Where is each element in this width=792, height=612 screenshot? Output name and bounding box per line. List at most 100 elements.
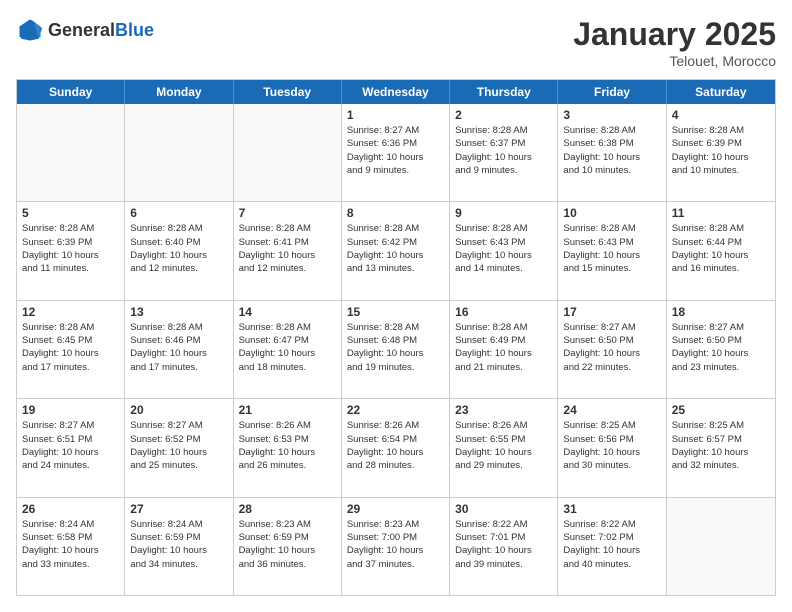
daylight-hours: Daylight: 10 hours (130, 446, 227, 459)
daylight-hours: Daylight: 10 hours (130, 544, 227, 557)
sunset: Sunset: 6:50 PM (563, 334, 660, 347)
calendar-cell: 24Sunrise: 8:25 AMSunset: 6:56 PMDayligh… (558, 399, 666, 496)
sunset: Sunset: 6:40 PM (130, 236, 227, 249)
daylight-minutes: and 12 minutes. (130, 262, 227, 275)
calendar-cell: 19Sunrise: 8:27 AMSunset: 6:51 PMDayligh… (17, 399, 125, 496)
page: GeneralBlue January 2025 Telouet, Morocc… (0, 0, 792, 612)
daylight-hours: Daylight: 10 hours (239, 446, 336, 459)
daylight-hours: Daylight: 10 hours (455, 347, 552, 360)
calendar-cell: 9Sunrise: 8:28 AMSunset: 6:43 PMDaylight… (450, 202, 558, 299)
day-number: 19 (22, 403, 119, 417)
daylight-hours: Daylight: 10 hours (347, 249, 444, 262)
daylight-minutes: and 25 minutes. (130, 459, 227, 472)
day-number: 3 (563, 108, 660, 122)
daylight-minutes: and 30 minutes. (563, 459, 660, 472)
daylight-hours: Daylight: 10 hours (347, 151, 444, 164)
sunrise: Sunrise: 8:28 AM (672, 124, 770, 137)
daylight-hours: Daylight: 10 hours (347, 347, 444, 360)
sunset: Sunset: 7:02 PM (563, 531, 660, 544)
daylight-minutes: and 37 minutes. (347, 558, 444, 571)
daylight-hours: Daylight: 10 hours (455, 151, 552, 164)
sunset: Sunset: 6:39 PM (672, 137, 770, 150)
daylight-hours: Daylight: 10 hours (672, 446, 770, 459)
calendar-cell: 16Sunrise: 8:28 AMSunset: 6:49 PMDayligh… (450, 301, 558, 398)
sunset: Sunset: 7:00 PM (347, 531, 444, 544)
sunset: Sunset: 6:37 PM (455, 137, 552, 150)
sunrise: Sunrise: 8:28 AM (563, 222, 660, 235)
calendar-cell: 17Sunrise: 8:27 AMSunset: 6:50 PMDayligh… (558, 301, 666, 398)
sunrise: Sunrise: 8:26 AM (239, 419, 336, 432)
calendar-cell: 3Sunrise: 8:28 AMSunset: 6:38 PMDaylight… (558, 104, 666, 201)
sunset: Sunset: 6:59 PM (130, 531, 227, 544)
calendar-cell: 23Sunrise: 8:26 AMSunset: 6:55 PMDayligh… (450, 399, 558, 496)
logo-icon (16, 16, 44, 44)
calendar-row-4: 26Sunrise: 8:24 AMSunset: 6:58 PMDayligh… (17, 498, 775, 595)
daylight-minutes: and 29 minutes. (455, 459, 552, 472)
logo-text: GeneralBlue (48, 20, 154, 41)
daylight-hours: Daylight: 10 hours (455, 249, 552, 262)
calendar-cell (17, 104, 125, 201)
sunrise: Sunrise: 8:26 AM (347, 419, 444, 432)
calendar-row-2: 12Sunrise: 8:28 AMSunset: 6:45 PMDayligh… (17, 301, 775, 399)
calendar-cell: 5Sunrise: 8:28 AMSunset: 6:39 PMDaylight… (17, 202, 125, 299)
calendar-cell: 8Sunrise: 8:28 AMSunset: 6:42 PMDaylight… (342, 202, 450, 299)
sunset: Sunset: 7:01 PM (455, 531, 552, 544)
daylight-minutes: and 16 minutes. (672, 262, 770, 275)
daylight-minutes: and 21 minutes. (455, 361, 552, 374)
daylight-minutes: and 34 minutes. (130, 558, 227, 571)
daylight-hours: Daylight: 10 hours (347, 544, 444, 557)
sunset: Sunset: 6:52 PM (130, 433, 227, 446)
daylight-hours: Daylight: 10 hours (672, 347, 770, 360)
sunset: Sunset: 6:43 PM (563, 236, 660, 249)
sunrise: Sunrise: 8:23 AM (347, 518, 444, 531)
day-number: 25 (672, 403, 770, 417)
daylight-hours: Daylight: 10 hours (22, 249, 119, 262)
daylight-minutes: and 9 minutes. (347, 164, 444, 177)
day-number: 29 (347, 502, 444, 516)
calendar-cell: 10Sunrise: 8:28 AMSunset: 6:43 PMDayligh… (558, 202, 666, 299)
calendar-row-3: 19Sunrise: 8:27 AMSunset: 6:51 PMDayligh… (17, 399, 775, 497)
header-day-thursday: Thursday (450, 80, 558, 104)
sunset: Sunset: 6:38 PM (563, 137, 660, 150)
header-day-saturday: Saturday (667, 80, 775, 104)
daylight-minutes: and 17 minutes. (22, 361, 119, 374)
header-day-monday: Monday (125, 80, 233, 104)
title-block: January 2025 Telouet, Morocco (573, 16, 776, 69)
sunrise: Sunrise: 8:22 AM (563, 518, 660, 531)
daylight-minutes: and 40 minutes. (563, 558, 660, 571)
calendar-cell: 28Sunrise: 8:23 AMSunset: 6:59 PMDayligh… (234, 498, 342, 595)
daylight-minutes: and 9 minutes. (455, 164, 552, 177)
sunrise: Sunrise: 8:28 AM (672, 222, 770, 235)
calendar-cell: 2Sunrise: 8:28 AMSunset: 6:37 PMDaylight… (450, 104, 558, 201)
sunrise: Sunrise: 8:24 AM (22, 518, 119, 531)
sunrise: Sunrise: 8:28 AM (22, 222, 119, 235)
calendar-cell: 12Sunrise: 8:28 AMSunset: 6:45 PMDayligh… (17, 301, 125, 398)
day-number: 28 (239, 502, 336, 516)
day-number: 14 (239, 305, 336, 319)
sunrise: Sunrise: 8:27 AM (347, 124, 444, 137)
calendar-cell: 25Sunrise: 8:25 AMSunset: 6:57 PMDayligh… (667, 399, 775, 496)
daylight-minutes: and 10 minutes. (672, 164, 770, 177)
sunset: Sunset: 6:47 PM (239, 334, 336, 347)
day-number: 30 (455, 502, 552, 516)
calendar-cell: 14Sunrise: 8:28 AMSunset: 6:47 PMDayligh… (234, 301, 342, 398)
sunrise: Sunrise: 8:22 AM (455, 518, 552, 531)
calendar-cell: 30Sunrise: 8:22 AMSunset: 7:01 PMDayligh… (450, 498, 558, 595)
daylight-minutes: and 36 minutes. (239, 558, 336, 571)
sunrise: Sunrise: 8:28 AM (455, 124, 552, 137)
location: Telouet, Morocco (573, 53, 776, 69)
day-number: 7 (239, 206, 336, 220)
sunrise: Sunrise: 8:27 AM (130, 419, 227, 432)
daylight-hours: Daylight: 10 hours (130, 249, 227, 262)
calendar-cell: 29 Sunrise: 8:23 AMSunset: 7:00 PMDayligh… (342, 498, 450, 595)
calendar-cell: 18Sunrise: 8:27 AMSunset: 6:50 PMDayligh… (667, 301, 775, 398)
daylight-minutes: and 11 minutes. (22, 262, 119, 275)
day-number: 17 (563, 305, 660, 319)
daylight-minutes: and 24 minutes. (22, 459, 119, 472)
sunset: Sunset: 6:55 PM (455, 433, 552, 446)
sunrise: Sunrise: 8:27 AM (563, 321, 660, 334)
daylight-minutes: and 18 minutes. (239, 361, 336, 374)
calendar-cell: 13Sunrise: 8:28 AMSunset: 6:46 PMDayligh… (125, 301, 233, 398)
daylight-hours: Daylight: 10 hours (563, 544, 660, 557)
calendar-row-1: 5Sunrise: 8:28 AMSunset: 6:39 PMDaylight… (17, 202, 775, 300)
